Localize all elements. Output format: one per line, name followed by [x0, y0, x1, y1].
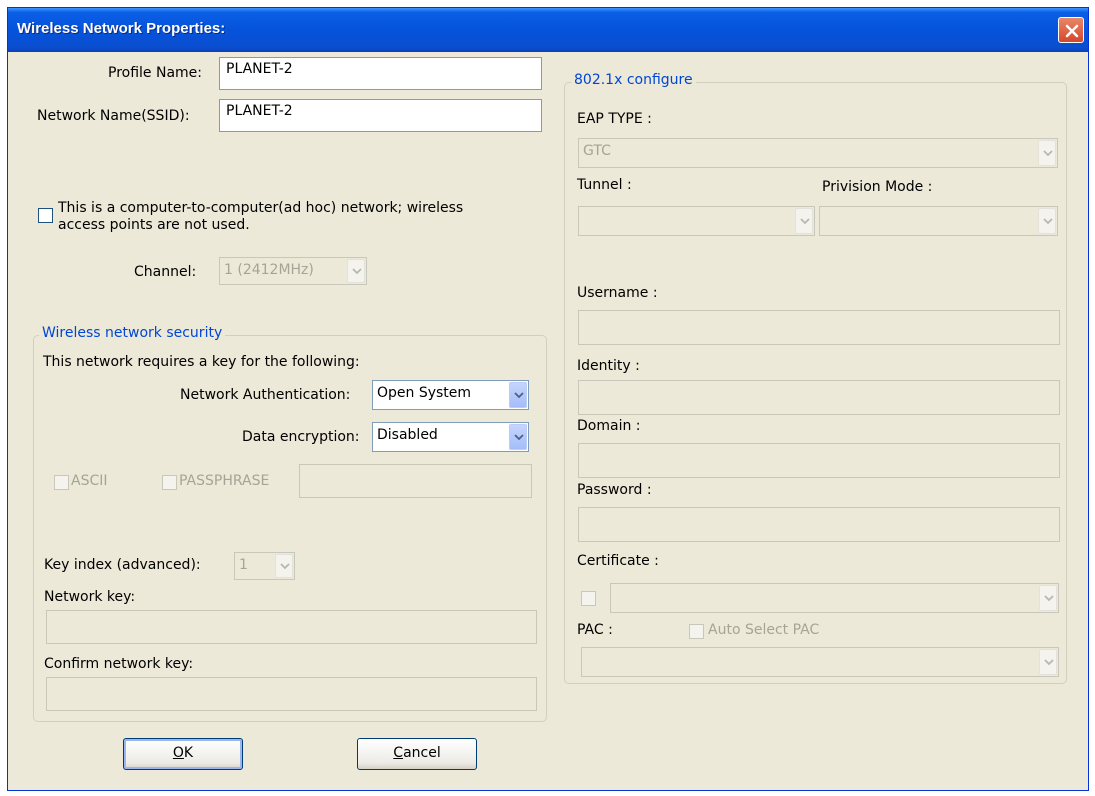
- tunnel-select[interactable]: [578, 206, 815, 236]
- auto-select-pac-label: Auto Select PAC: [708, 622, 820, 638]
- chevron-down-icon: [800, 218, 810, 224]
- channel-value: 1 (2412MHz): [224, 262, 314, 278]
- passphrase-checkbox[interactable]: [162, 475, 177, 490]
- auth-select[interactable]: Open System: [372, 380, 529, 410]
- certificate-dropdown-arrow: [1039, 585, 1057, 611]
- ascii-label: ASCII: [71, 473, 108, 489]
- eap-type-value: GTC: [583, 143, 611, 159]
- identity-label: Identity :: [577, 358, 640, 374]
- provision-dropdown-arrow: [1038, 208, 1056, 234]
- eap-group-title: 802.1x configure: [571, 72, 696, 88]
- channel-select[interactable]: 1 (2412MHz): [219, 257, 367, 285]
- encryption-dropdown-arrow: [509, 424, 527, 450]
- close-button[interactable]: [1058, 17, 1084, 43]
- chevron-down-icon: [514, 434, 524, 440]
- confirm-key-label: Confirm network key:: [44, 656, 194, 672]
- profile-name-label: Profile Name:: [108, 65, 203, 81]
- username-label: Username :: [577, 285, 658, 301]
- requires-key-text: This network requires a key for the foll…: [43, 354, 360, 370]
- title-bar[interactable]: Wireless Network Properties:: [8, 8, 1088, 52]
- tunnel-dropdown-arrow: [795, 208, 813, 234]
- profile-name-value: PLANET-2: [226, 61, 293, 77]
- username-input[interactable]: [578, 310, 1060, 345]
- eap-type-select[interactable]: GTC: [578, 138, 1058, 168]
- channel-dropdown-arrow: [347, 259, 365, 283]
- security-group-title: Wireless network security: [39, 325, 226, 341]
- encryption-value: Disabled: [377, 427, 438, 443]
- key-index-value: 1: [239, 557, 248, 573]
- password-input[interactable]: [578, 507, 1060, 542]
- key-index-select[interactable]: 1: [234, 552, 295, 580]
- network-key-label: Network key:: [44, 589, 136, 605]
- chevron-down-icon: [1043, 150, 1053, 156]
- passphrase-label: PASSPHRASE: [179, 473, 270, 489]
- auto-select-pac-checkbox[interactable]: [689, 624, 704, 639]
- passphrase-input[interactable]: [299, 464, 532, 498]
- ok-button[interactable]: OK: [123, 738, 243, 770]
- cancel-accel: C: [393, 745, 404, 761]
- tunnel-label: Tunnel :: [577, 177, 632, 193]
- adhoc-text-line1: This is a computer-to-computer(ad hoc) n…: [58, 200, 464, 216]
- key-index-dropdown-arrow: [275, 554, 293, 578]
- pac-select[interactable]: [581, 647, 1059, 677]
- encryption-label: Data encryption:: [242, 429, 360, 445]
- pac-label: PAC :: [577, 622, 613, 638]
- cancel-rest: ancel: [403, 745, 441, 761]
- chevron-down-icon: [1044, 659, 1054, 665]
- confirm-key-input[interactable]: [46, 677, 537, 711]
- pac-dropdown-arrow: [1039, 649, 1057, 675]
- adhoc-text-line2: access points are not used.: [58, 217, 250, 233]
- chevron-down-icon: [1043, 218, 1053, 224]
- eap-type-dropdown-arrow: [1038, 140, 1056, 166]
- adhoc-checkbox[interactable]: [38, 208, 53, 223]
- network-key-input[interactable]: [46, 610, 537, 644]
- ascii-checkbox[interactable]: [54, 475, 69, 490]
- domain-label: Domain :: [577, 418, 641, 434]
- ok-accel: O: [172, 745, 184, 761]
- auth-label: Network Authentication:: [180, 387, 351, 403]
- close-icon: [1065, 24, 1079, 38]
- chevron-down-icon: [514, 392, 524, 398]
- channel-label: Channel:: [134, 264, 197, 280]
- encryption-select[interactable]: Disabled: [372, 422, 529, 452]
- certificate-select[interactable]: [610, 583, 1059, 613]
- provision-mode-label: Privision Mode :: [822, 179, 933, 195]
- chevron-down-icon: [1044, 595, 1054, 601]
- provision-mode-select[interactable]: [819, 206, 1058, 236]
- ssid-label: Network Name(SSID):: [37, 108, 190, 124]
- dialog-window: Wireless Network Properties: Profile Nam…: [7, 7, 1089, 791]
- ssid-input[interactable]: PLANET-2: [219, 99, 542, 132]
- domain-input[interactable]: [578, 443, 1060, 478]
- chevron-down-icon: [352, 268, 362, 274]
- password-label: Password :: [577, 482, 652, 498]
- auth-dropdown-arrow: [509, 382, 527, 408]
- profile-name-input[interactable]: PLANET-2: [219, 57, 542, 90]
- certificate-checkbox[interactable]: [581, 591, 596, 606]
- ssid-value: PLANET-2: [226, 103, 293, 119]
- certificate-label: Certificate :: [577, 553, 659, 569]
- identity-input[interactable]: [578, 380, 1060, 415]
- key-index-label: Key index (advanced):: [44, 557, 201, 573]
- cancel-button[interactable]: Cancel: [357, 738, 477, 770]
- chevron-down-icon: [280, 563, 290, 569]
- auth-value: Open System: [377, 385, 472, 401]
- window-title: Wireless Network Properties:: [17, 20, 226, 37]
- ok-rest: K: [183, 745, 194, 761]
- eap-type-label: EAP TYPE :: [577, 111, 652, 127]
